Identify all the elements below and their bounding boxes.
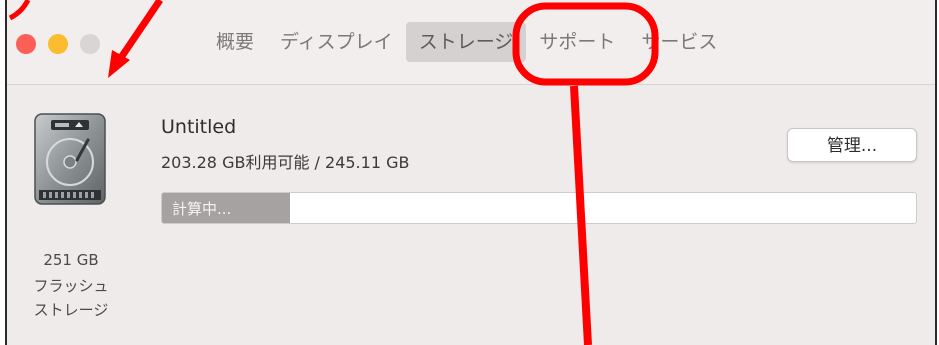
disk-type-label-line2: ストレージ: [33, 301, 109, 319]
storage-bar-calculating-label: 計算中...: [172, 200, 232, 218]
close-window-button[interactable]: [16, 34, 36, 54]
title-bar: 概要 ディスプレイ ストレージ サポート サービス: [7, 0, 935, 85]
tab-service[interactable]: サービス: [628, 22, 730, 62]
disk-capacity-label: 251 GB: [43, 251, 99, 269]
volume-name: Untitled: [161, 116, 237, 138]
zoom-window-button[interactable]: [80, 34, 100, 54]
hard-drive-icon: [34, 113, 106, 205]
tab-bar: 概要 ディスプレイ ストレージ サポート サービス: [203, 22, 730, 62]
tab-storage[interactable]: ストレージ: [405, 22, 527, 62]
disk-type-label-line1: フラッシュ: [33, 277, 109, 295]
manage-button[interactable]: 管理...: [787, 128, 917, 162]
system-info-window: 概要 ディスプレイ ストレージ サポート サービス 251 GB フラッシュ ス…: [5, 0, 937, 345]
tab-overview[interactable]: 概要: [203, 22, 267, 62]
minimize-window-button[interactable]: [48, 34, 68, 54]
storage-pane: 251 GB フラッシュ ストレージ Untitled 203.28 GB利用可…: [7, 84, 935, 345]
tab-support[interactable]: サポート: [526, 22, 628, 62]
tab-displays[interactable]: ディスプレイ: [267, 22, 406, 62]
volume-usage-text: 203.28 GB利用可能 / 245.11 GB: [161, 153, 410, 172]
storage-usage-bar: 計算中...: [161, 192, 917, 224]
